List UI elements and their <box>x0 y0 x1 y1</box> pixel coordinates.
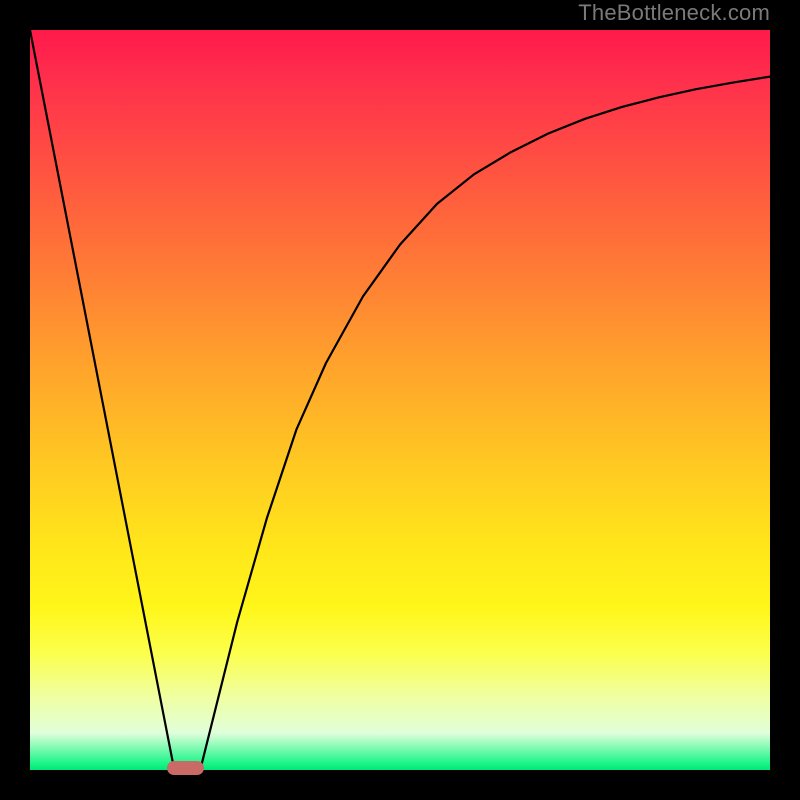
bottleneck-curve <box>30 30 770 770</box>
plot-area <box>30 30 770 770</box>
optimal-range-marker <box>167 761 204 775</box>
bottleneck-chart: TheBottleneck.com <box>0 0 800 800</box>
watermark-text: TheBottleneck.com <box>578 0 770 26</box>
